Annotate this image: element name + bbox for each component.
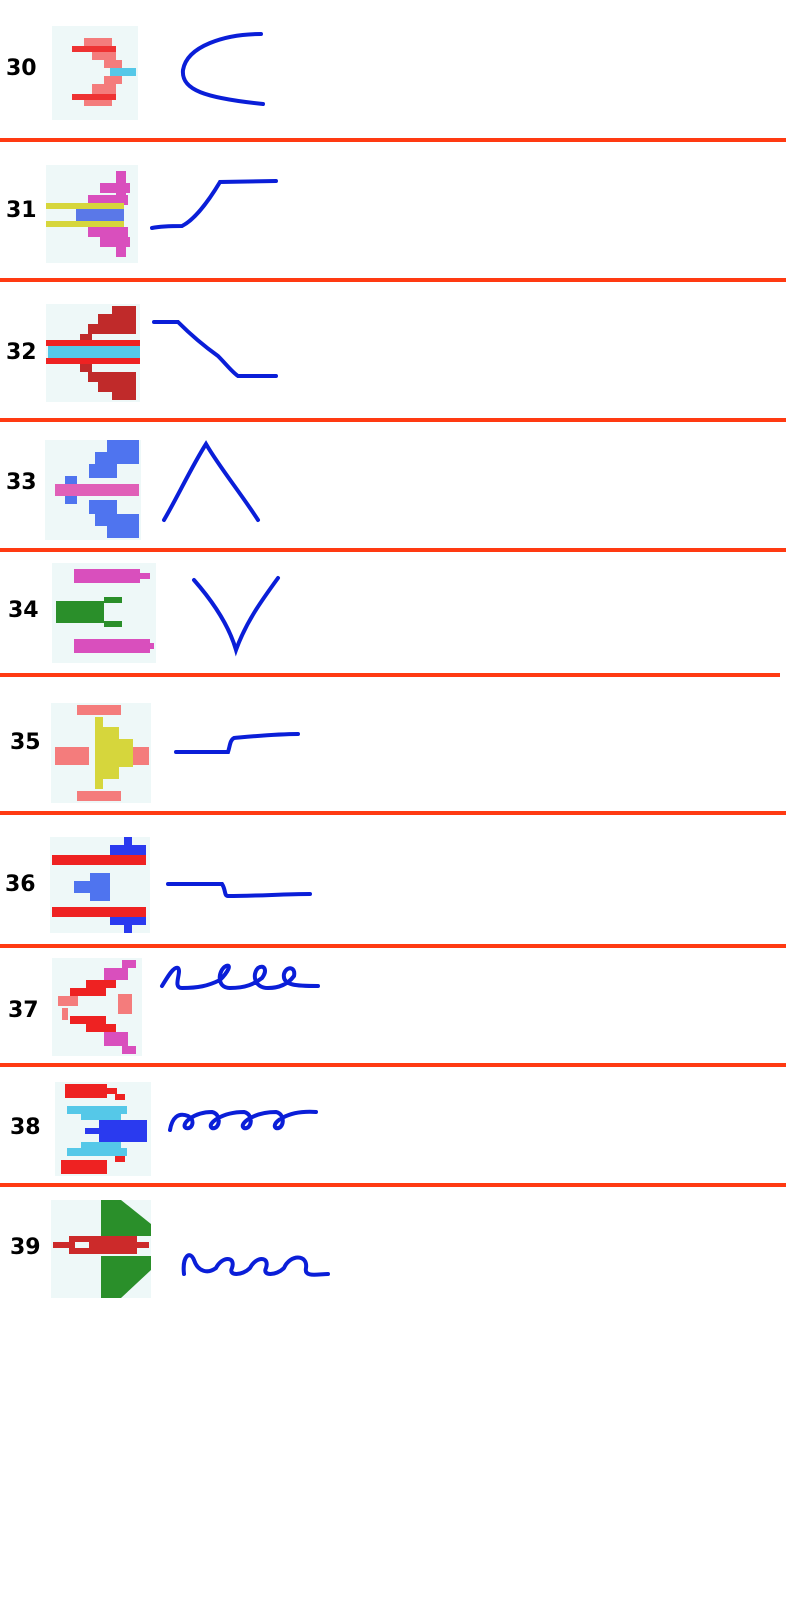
step-drop-path-icon: [150, 316, 282, 382]
curls-path-icon: [178, 1246, 334, 1284]
blue-crab-ship-icon: [50, 837, 150, 933]
row-separator: [0, 1183, 786, 1187]
red-magenta-bug-ship-icon: [52, 958, 142, 1056]
enemy-number: 36: [5, 872, 36, 897]
enemy-number: 31: [6, 198, 37, 223]
green-pincer-ship-icon: [52, 563, 156, 663]
magenta-winged-ship-icon: [46, 165, 138, 263]
green-fin-ship-icon: [51, 1200, 151, 1298]
enemy-number: 39: [10, 1235, 41, 1260]
row-separator: [0, 278, 786, 282]
c-curve-path-icon: [175, 28, 275, 110]
blue-e-shape-ship-icon: [45, 440, 141, 540]
loops-path-icon: [158, 958, 324, 998]
darkred-checkered-ship-icon: [46, 304, 140, 402]
enemy-number: 34: [8, 598, 39, 623]
row-separator: [0, 418, 786, 422]
enemy-number: 37: [8, 998, 39, 1023]
row-separator: [0, 1063, 786, 1067]
small-step-rise-path-icon: [172, 728, 304, 760]
yellow-triangle-ship-icon: [51, 703, 151, 803]
small-step-drop-path-icon: [164, 876, 316, 904]
row-separator: [0, 811, 786, 815]
enemy-number: 32: [6, 340, 37, 365]
enemy-number: 33: [6, 470, 37, 495]
row-separator: [0, 138, 786, 142]
vee-path-icon: [188, 572, 284, 658]
row-separator: [0, 548, 786, 552]
enemy-number: 35: [10, 730, 41, 755]
step-rise-path-icon: [148, 176, 282, 234]
red-claw-ship-icon: [52, 26, 138, 120]
coils-path-icon: [166, 1104, 322, 1138]
row-separator: [0, 944, 786, 948]
enemy-number: 38: [10, 1115, 41, 1140]
caret-up-path-icon: [158, 438, 266, 528]
red-cyan-claw-ship-icon: [55, 1082, 151, 1176]
enemy-number: 30: [6, 56, 37, 81]
row-separator: [0, 673, 780, 677]
